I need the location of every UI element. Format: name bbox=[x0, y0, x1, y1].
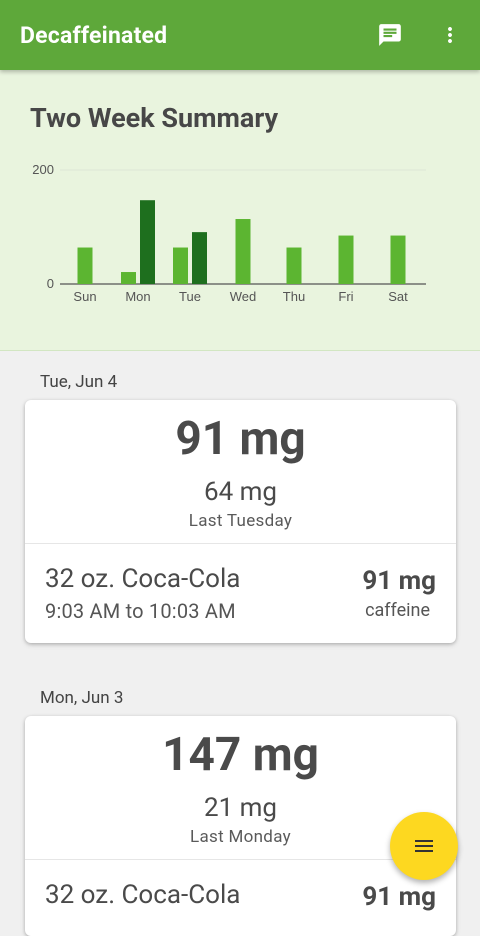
comparison-value: 64 mg bbox=[203, 477, 278, 507]
chart-bar bbox=[235, 219, 251, 284]
drink-name: 32 oz. Coca-Cola bbox=[45, 880, 241, 910]
more-vert-icon[interactable] bbox=[436, 21, 464, 49]
chart-x-tick-label: Mon bbox=[125, 289, 150, 304]
day-total: 147 mg bbox=[162, 728, 319, 782]
drink-caffeine-amount: 91 mg bbox=[362, 882, 436, 912]
drink-caffeine-unit: caffeine bbox=[365, 600, 430, 621]
drink-time: 9:03 AM to 10:03 AM bbox=[45, 599, 236, 623]
date-header: Tue, Jun 4 bbox=[40, 372, 118, 392]
chart-x-tick-label: Wed bbox=[230, 289, 257, 304]
day-total-section: 91 mg 64 mg Last Tuesday bbox=[25, 400, 456, 544]
menu-fab-button[interactable] bbox=[390, 812, 458, 880]
two-week-summary-panel: Two Week Summary 200 0 Sun Mon Tue Wed Thu Fri S… bbox=[0, 70, 480, 351]
menu-icon bbox=[415, 840, 433, 852]
chart-bar bbox=[121, 272, 136, 284]
chart-x-tick-label: Tue bbox=[179, 289, 201, 304]
chart-bar bbox=[173, 247, 188, 284]
chart-x-tick-label: Sun bbox=[73, 289, 96, 304]
comparison-value: 21 mg bbox=[203, 793, 278, 823]
chart-x-tick-label: Thu bbox=[283, 289, 305, 304]
chart-y-tick-label: 0 bbox=[47, 276, 54, 291]
chart-bar bbox=[338, 235, 354, 284]
chart-bar bbox=[286, 247, 302, 284]
chart-bar bbox=[390, 235, 406, 284]
two-week-bar-chart: 200 0 Sun Mon Tue Wed Thu Fri Sat bbox=[32, 162, 426, 304]
chart-x-tick-label: Sat bbox=[388, 289, 408, 304]
chat-icon[interactable] bbox=[376, 21, 404, 49]
app-bar: Decaffeinated bbox=[0, 0, 480, 70]
chart-bar bbox=[192, 232, 207, 284]
chart-y-tick-label: 200 bbox=[32, 162, 54, 177]
date-header: Mon, Jun 3 bbox=[40, 688, 124, 708]
day-card[interactable]: 91 mg 64 mg Last Tuesday 32 oz. Coca-Col… bbox=[25, 400, 456, 643]
app-title: Decaffeinated bbox=[20, 21, 168, 49]
chart-x-tick-label: Fri bbox=[338, 289, 353, 304]
day-card[interactable]: 147 mg 21 mg Last Monday 32 oz. Coca-Col… bbox=[25, 716, 456, 936]
drink-caffeine-amount: 91 mg bbox=[362, 566, 436, 596]
drink-entry[interactable]: 32 oz. Coca-Cola 91 mg bbox=[25, 860, 456, 936]
chart-bar bbox=[140, 200, 155, 284]
chart-bar bbox=[77, 247, 93, 284]
drink-entry[interactable]: 32 oz. Coca-Cola 9:03 AM to 10:03 AM 91 … bbox=[25, 544, 456, 643]
comparison-label: Last Tuesday bbox=[188, 511, 293, 531]
drink-name: 32 oz. Coca-Cola bbox=[45, 564, 241, 594]
day-total: 91 mg bbox=[175, 412, 306, 466]
